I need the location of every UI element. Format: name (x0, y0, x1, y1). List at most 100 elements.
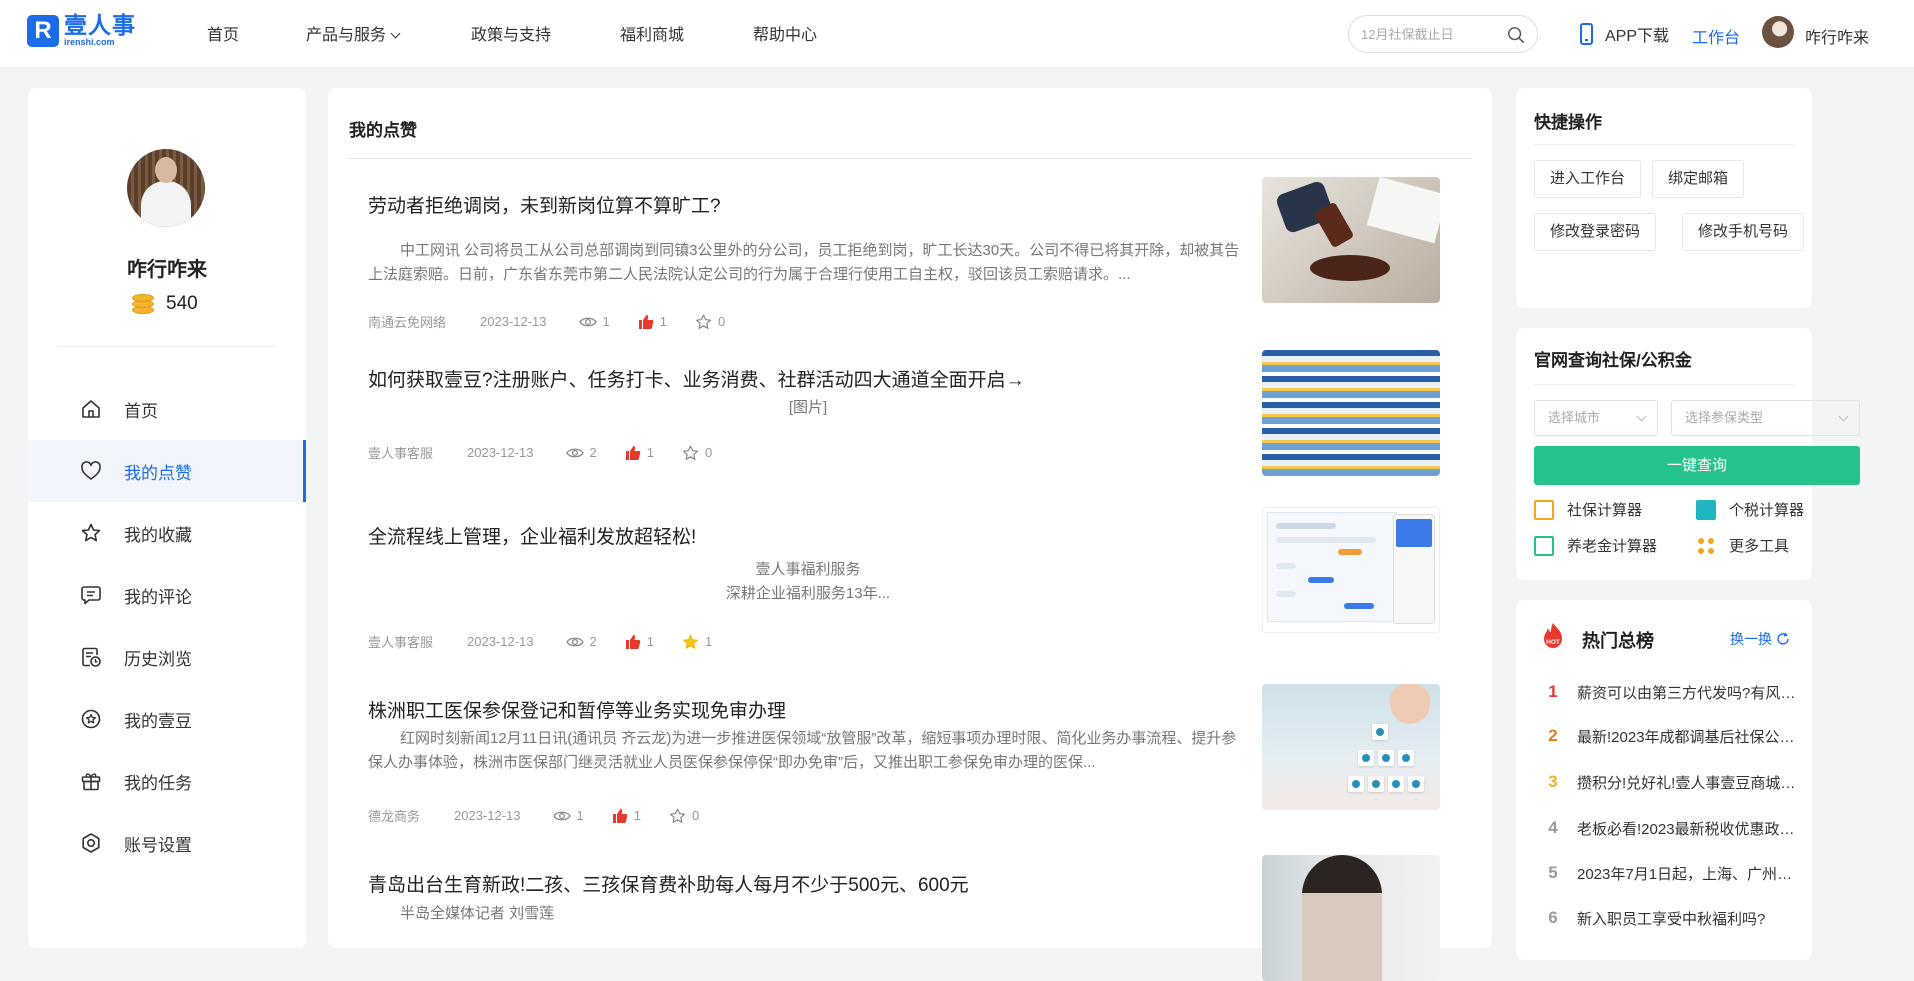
social-calculator-link[interactable]: 社保计算器 (1534, 499, 1642, 520)
article-source: 壹人事客服 (368, 446, 434, 461)
sidebar-item-tasks[interactable]: 我的任务 (28, 750, 306, 812)
hot-list-item[interactable]: 4 老板必看!2023最新税收优惠政策盘点 (1516, 816, 1812, 840)
search-box (1348, 15, 1538, 53)
article-thumbnail[interactable] (1262, 177, 1440, 303)
star-filled-icon (683, 634, 698, 649)
hot-list-item[interactable]: 6 新入职员工享受中秋福利吗? (1516, 906, 1812, 930)
nav-policy[interactable]: 政策与支持 (471, 21, 551, 45)
sidebar-item-label: 首页 (124, 401, 158, 421)
workbench-link[interactable]: 工作台 (1692, 24, 1740, 48)
article-thumbnail[interactable] (1262, 855, 1440, 981)
rank-number: 4 (1548, 818, 1558, 837)
change-password-button[interactable]: 修改登录密码 (1534, 213, 1657, 251)
article-summary: 半岛全媒体记者 刘雪莲 (400, 905, 555, 922)
like-count[interactable]: 1 (638, 314, 667, 330)
enter-workbench-button[interactable]: 进入工作台 (1534, 160, 1642, 198)
article-title[interactable]: 株洲职工医保参保登记和暂停等业务实现免审办理 (368, 696, 786, 723)
nav-welfare-mall[interactable]: 福利商城 (620, 21, 684, 45)
article-thumbnail[interactable] (1262, 350, 1440, 476)
like-count-value: 1 (659, 314, 667, 329)
sidebar-item-label: 我的收藏 (124, 525, 192, 545)
article-summary-line: 壹人事福利服务 (755, 561, 861, 578)
sidebar-item-comments[interactable]: 我的评论 (28, 564, 306, 626)
hot-list-item[interactable]: 3 攒积分!兑好礼!壹人事壹豆商城上线啦 (1516, 770, 1812, 794)
sidebar-item-beans[interactable]: 我的壹豆 (28, 688, 306, 750)
search-icon[interactable] (1507, 26, 1525, 44)
view-count: 2 (565, 634, 597, 649)
like-count[interactable]: 1 (625, 445, 654, 461)
refresh-icon (1777, 632, 1789, 645)
nav-help-center[interactable]: 帮助中心 (753, 21, 817, 45)
sidebar-item-home[interactable]: 首页 (28, 378, 306, 440)
quick-actions-panel: 快捷操作 进入工作台 绑定邮箱 修改登录密码 修改手机号码 (1516, 88, 1812, 308)
rank-text: 薪资可以由第三方代发吗?有风险吗? (1577, 684, 1803, 702)
site-logo[interactable]: R 壹人事 irenshi.com (27, 14, 136, 47)
favorite-count[interactable]: 0 (695, 314, 725, 330)
search-input[interactable] (1361, 25, 1501, 43)
like-count-value: 1 (646, 445, 654, 460)
favorite-count[interactable]: 0 (669, 808, 699, 824)
favorite-count-value: 0 (691, 808, 700, 823)
nav-products[interactable]: 产品与服务 (306, 21, 401, 45)
article-date: 2023-12-13 (480, 314, 547, 329)
sidebar-item-favorites[interactable]: 我的收藏 (28, 502, 306, 564)
sidebar-item-history[interactable]: 历史浏览 (28, 626, 306, 688)
bind-email-button[interactable]: 绑定邮箱 (1652, 160, 1745, 198)
user-sidebar: 咋行咋来 540 首页 我的点赞 我的收藏 我的评论 历史浏览 我的壹豆 我的任… (28, 88, 306, 948)
rank-number: 6 (1548, 908, 1558, 927)
insurance-type-select[interactable]: 选择参保类型 (1671, 400, 1860, 436)
sidebar-menu: 首页 我的点赞 我的收藏 我的评论 历史浏览 我的壹豆 我的任务 账号设置 (28, 378, 306, 874)
likes-panel: 我的点赞 劳动者拒绝调岗，未到新岗位算不算旷工? 中工网讯 公司将员工从公司总部… (328, 88, 1492, 981)
sidebar-item-likes[interactable]: 我的点赞 (28, 440, 306, 502)
divider (1534, 144, 1794, 145)
pension-calculator-link[interactable]: 养老金计算器 (1534, 535, 1657, 556)
thumbs-up-icon (638, 314, 654, 329)
phone-icon (1580, 23, 1593, 45)
sidebar-item-label: 我的评论 (124, 587, 192, 607)
rank-text: 攒积分!兑好礼!壹人事壹豆商城上线啦 (1577, 774, 1803, 792)
comment-icon (81, 586, 101, 605)
eye-icon (565, 637, 584, 646)
nav-home[interactable]: 首页 (207, 21, 239, 45)
app-download-link[interactable]: APP下载 (1580, 22, 1669, 46)
article-summary-line: 深耕企业福利服务13年... (725, 585, 891, 602)
rank-number: 2 (1548, 726, 1558, 745)
article-thumbnail[interactable] (1262, 507, 1440, 633)
article-thumbnail[interactable] (1262, 684, 1440, 810)
query-button[interactable]: 一键查询 (1534, 446, 1860, 485)
article-title[interactable]: 青岛出台生育新政!二孩、三孩保育费补助每人每月不少于500元、600元 (368, 870, 969, 897)
rank-number: 5 (1548, 863, 1558, 882)
favorite-count[interactable]: 1 (682, 634, 712, 650)
hot-list-item[interactable]: 5 2023年7月1日起，上海、广州、福建等地 (1516, 861, 1812, 885)
header-username[interactable]: 咋行咋来 (1805, 24, 1869, 48)
view-count: 2 (565, 445, 597, 460)
change-phone-button[interactable]: 修改手机号码 (1682, 213, 1805, 251)
tool-label: 社保计算器 (1567, 502, 1643, 519)
hot-badge-text: HOT (1546, 639, 1560, 646)
city-select[interactable]: 选择城市 (1534, 400, 1658, 436)
hot-list-item[interactable]: 1 薪资可以由第三方代发吗?有风险吗? (1516, 680, 1812, 704)
article-meta: 南通云免网络 2023-12-13 1 1 0 (368, 312, 753, 331)
quick-actions-title: 快捷操作 (1534, 113, 1602, 132)
article-title[interactable]: 如何获取壹豆?注册账户、任务打卡、业务消费、社群活动四大通道全面开启→ (368, 365, 1025, 392)
tax-calculator-link[interactable]: 个税计算器 (1696, 499, 1804, 520)
view-count-value: 2 (589, 634, 597, 649)
header-avatar[interactable] (1762, 16, 1794, 48)
tool-label: 个税计算器 (1729, 502, 1805, 519)
article-summary: [图片] (788, 399, 828, 416)
like-count-value: 1 (633, 808, 641, 823)
article-title[interactable]: 劳动者拒绝调岗，未到新岗位算不算旷工? (368, 191, 721, 218)
like-count[interactable]: 1 (625, 634, 654, 650)
star-icon (81, 523, 101, 542)
top-header: R 壹人事 irenshi.com 首页 产品与服务 政策与支持 福利商城 帮助… (0, 0, 1914, 68)
hot-list-item[interactable]: 2 最新!2023年成都调基后社保公积金基数 (1516, 724, 1812, 748)
like-count[interactable]: 1 (612, 808, 641, 824)
favorite-count[interactable]: 0 (682, 445, 712, 461)
thumbs-up-icon (625, 445, 641, 460)
article-title[interactable]: 全流程线上管理，企业福利发放超轻松! (368, 522, 696, 549)
article-summary: 壹人事福利服务 深耕企业福利服务13年... (368, 558, 1248, 606)
more-tools-link[interactable]: 更多工具 (1696, 535, 1789, 556)
chevron-down-icon (1636, 411, 1647, 422)
refresh-list-button[interactable]: 换一换 (1730, 629, 1790, 649)
sidebar-item-settings[interactable]: 账号设置 (28, 812, 306, 874)
